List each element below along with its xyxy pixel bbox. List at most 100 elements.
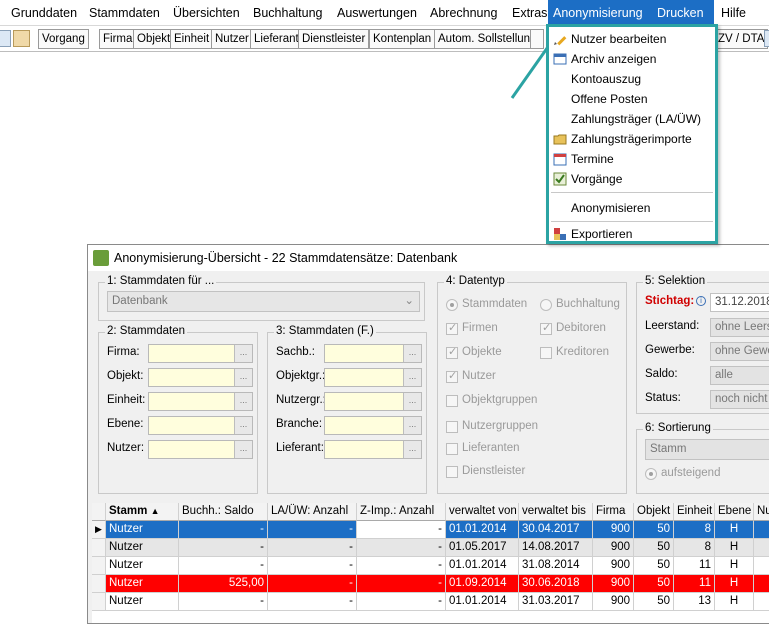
- checkbox-dienstleister[interactable]: [446, 466, 458, 478]
- radio-stammdaten[interactable]: [446, 299, 458, 311]
- menu-item-anonymisieren[interactable]: Anonymisieren: [549, 198, 715, 218]
- einheit-field[interactable]: ...: [148, 392, 253, 411]
- firma-field[interactable]: ...: [148, 344, 253, 363]
- menu-item-termine[interactable]: Termine: [549, 149, 715, 169]
- browse-button[interactable]: ...: [403, 345, 421, 362]
- menu-stammdaten[interactable]: Stammdaten: [84, 0, 165, 26]
- toolbar-firma-button[interactable]: Firma: [99, 29, 137, 49]
- browse-button[interactable]: ...: [403, 369, 421, 386]
- branche-field[interactable]: ...: [324, 416, 422, 435]
- browse-button[interactable]: ...: [234, 417, 252, 434]
- col-header-objekt[interactable]: Objekt: [634, 503, 674, 521]
- col-header-la-uew[interactable]: LA/ÜW: Anzahl: [268, 503, 357, 521]
- users-icon[interactable]: [13, 30, 30, 47]
- saldo-select[interactable]: alle: [710, 366, 769, 385]
- table-row[interactable]: Nutzer - - -01.01.2014 31.08.2014 900 50 11 H: [92, 557, 769, 575]
- menu-buchhaltung[interactable]: Buchhaltung: [248, 0, 328, 26]
- col-header-saldo[interactable]: Buchh.: Saldo: [179, 503, 268, 521]
- checkbox-nutzer[interactable]: [446, 369, 458, 383]
- checkbox-firmen[interactable]: [446, 321, 458, 335]
- nutzer-field[interactable]: ...: [148, 440, 253, 459]
- toolbar-nutzer-button[interactable]: Nutzer: [211, 29, 253, 49]
- toolbar-lieferant-button[interactable]: Lieferant: [250, 29, 303, 49]
- menu-item-zahlungstraegerimporte[interactable]: Zahlungsträgerimporte: [549, 129, 715, 149]
- toolbar-einheit-button[interactable]: Einheit: [170, 29, 214, 49]
- browse-button[interactable]: ...: [234, 393, 252, 410]
- toolbar-kontenplan-button[interactable]: Kontenplan: [369, 29, 436, 49]
- cell-stamm: Nutzer: [106, 521, 179, 539]
- ebene-field[interactable]: ...: [148, 416, 253, 435]
- browse-button[interactable]: ...: [234, 345, 252, 362]
- browse-button[interactable]: ...: [403, 441, 421, 458]
- cell-nu: [754, 593, 769, 611]
- radio-aufsteigend[interactable]: [645, 468, 657, 480]
- menu-item-label: Vorgänge: [571, 172, 623, 186]
- sortierung-select[interactable]: Stamm: [645, 439, 769, 460]
- browse-button[interactable]: ...: [403, 393, 421, 410]
- row-indicator: [92, 557, 106, 575]
- toolbar-dienstleister-button[interactable]: Dienstleister: [298, 29, 370, 49]
- objekt-field[interactable]: ...: [148, 368, 253, 387]
- col-header-bis[interactable]: verwaltet bis: [519, 503, 593, 521]
- menu-uebersichten[interactable]: Übersichten: [168, 0, 245, 26]
- label-nutzergr: Nutzergr.:: [276, 394, 326, 406]
- menu-item-archiv-anzeigen[interactable]: Archiv anzeigen: [549, 49, 715, 69]
- menu-hilfe[interactable]: Hilfe: [716, 0, 751, 26]
- col-header-von[interactable]: verwaltet von: [446, 503, 519, 521]
- toolbar-vorgang-button[interactable]: Vorgang: [38, 29, 89, 49]
- col-header-ebene[interactable]: Ebene: [715, 503, 754, 521]
- menu-extras[interactable]: Extras: [507, 0, 552, 26]
- cell-von: 01.09.2014: [446, 575, 519, 593]
- browse-button[interactable]: ...: [403, 417, 421, 434]
- menu-item-vorgaenge[interactable]: Vorgänge: [549, 169, 715, 189]
- gewerbe-select[interactable]: ohne Gewe: [710, 342, 769, 361]
- col-header-stamm[interactable]: Stamm ▲: [106, 503, 179, 521]
- table-row[interactable]: Nutzer - - -01.05.2017 14.08.2017 900 50 8 H: [92, 539, 769, 557]
- menu-item-label: Archiv anzeigen: [571, 52, 657, 66]
- lieferant-field[interactable]: ...: [324, 440, 422, 459]
- menu-drucken[interactable]: Drucken: [652, 0, 714, 26]
- table-row[interactable]: Nutzer 525,00- -01.09.2014 30.06.2018 900 50 1…: [92, 575, 769, 593]
- checkbox-debitoren[interactable]: [540, 321, 552, 335]
- status-select[interactable]: noch nicht a: [710, 390, 769, 409]
- cell-stamm: Nutzer: [106, 539, 179, 557]
- table-row[interactable]: ▶ Nutzer - - -01.01.2014 30.04.2017 900 50 8 H: [92, 521, 769, 539]
- checkbox-lieferanten[interactable]: [446, 443, 458, 455]
- menu-grunddaten[interactable]: Grunddaten: [6, 0, 82, 26]
- menu-item-kontoauszug[interactable]: Kontoauszug: [549, 69, 715, 89]
- radio-buchhaltung-label: Buchhaltung: [556, 298, 620, 310]
- toolbar-objekt-button[interactable]: Objekt: [133, 29, 175, 49]
- col-header-zimp[interactable]: Z-Imp.: Anzahl: [357, 503, 446, 521]
- menu-item-offene-posten[interactable]: Offene Posten: [549, 89, 715, 109]
- export-icon: [554, 228, 566, 240]
- menu-item-exportieren[interactable]: Exportieren: [549, 224, 715, 244]
- toolbar-last-icon[interactable]: [764, 30, 769, 47]
- col-header-nu[interactable]: Nu: [754, 503, 769, 521]
- menu-item-label: Nutzer bearbeiten: [571, 32, 667, 46]
- cell-von: 01.05.2017: [446, 539, 519, 557]
- checkbox-kreditoren[interactable]: [540, 347, 552, 359]
- browse-button[interactable]: ...: [234, 369, 252, 386]
- browse-button[interactable]: ...: [234, 441, 252, 458]
- menu-abrechnung[interactable]: Abrechnung: [425, 0, 502, 26]
- col-header-einheit[interactable]: Einheit: [674, 503, 715, 521]
- nutzergr-field[interactable]: ...: [324, 392, 422, 411]
- stammdaten-fuer-select[interactable]: Datenbank ⌄: [107, 291, 420, 312]
- col-header-firma[interactable]: Firma: [593, 503, 634, 521]
- leerstand-select[interactable]: ohne Leerst: [710, 318, 769, 337]
- menu-auswertungen[interactable]: Auswertungen: [332, 0, 422, 26]
- menu-item-nutzer-bearbeiten[interactable]: Nutzer bearbeiten: [549, 29, 715, 49]
- table-row[interactable]: Nutzer - - -01.01.2014 31.03.2017 900 50 13 H: [92, 593, 769, 611]
- menu-anonymisierung[interactable]: Anonymisierung: [548, 0, 652, 26]
- checkbox-objekte[interactable]: [446, 345, 458, 359]
- checkbox-objektgruppen[interactable]: [446, 395, 458, 407]
- sachb-field[interactable]: ...: [324, 344, 422, 363]
- toolbar-zv-dta-button[interactable]: ZV / DTA: [714, 29, 769, 49]
- radio-buchhaltung[interactable]: [540, 299, 552, 311]
- stichtag-input[interactable]: 31.12.2018: [710, 293, 769, 312]
- cell-zimp: -: [357, 575, 446, 593]
- checkbox-nutzergruppen[interactable]: [446, 421, 458, 433]
- toolbar-first-icon[interactable]: [0, 30, 11, 47]
- menu-item-zahlungstraeger[interactable]: Zahlungsträger (LA/ÜW): [549, 109, 715, 129]
- objektgr-field[interactable]: ...: [324, 368, 422, 387]
